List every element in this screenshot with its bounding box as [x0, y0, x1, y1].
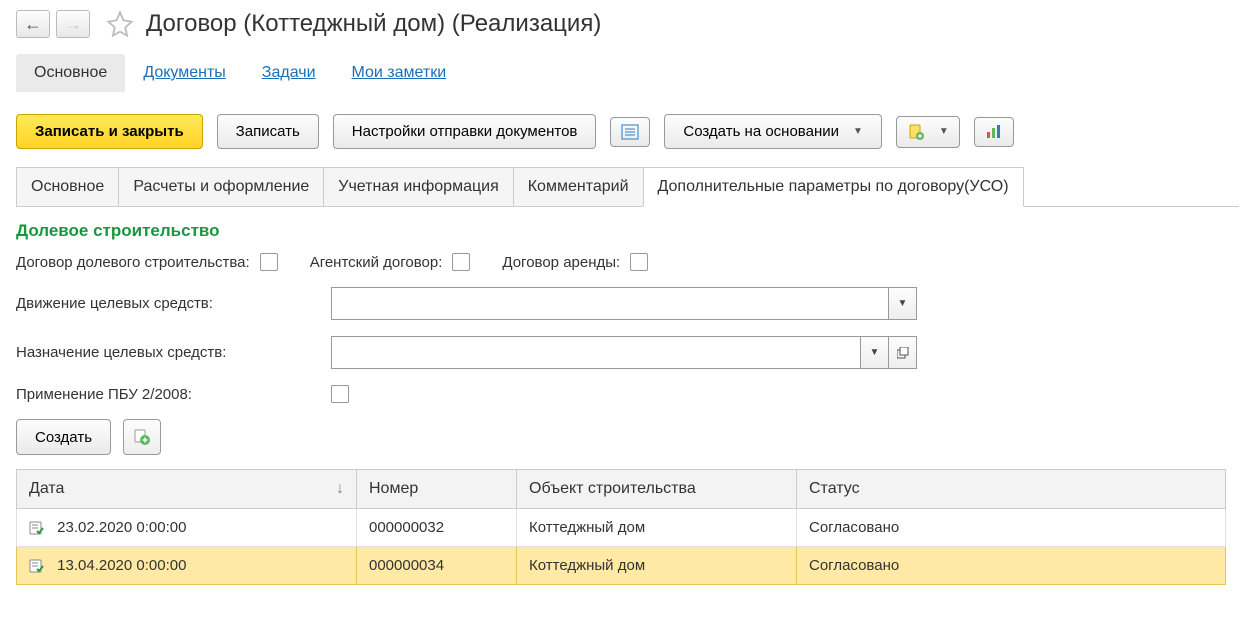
cell-status: Согласовано: [797, 547, 1226, 585]
list-view-button[interactable]: [610, 117, 650, 147]
target-purpose-label: Назначение целевых средств:: [16, 344, 321, 361]
nav-tab-documents[interactable]: Документы: [125, 54, 243, 92]
toolbar: Записать и закрыть Записать Настройки от…: [16, 114, 1239, 149]
chevron-down-icon: ▼: [853, 126, 863, 137]
pbu-label: Применение ПБУ 2/2008:: [16, 386, 321, 403]
target-purpose-input[interactable]: [331, 336, 861, 369]
copy-add-icon: [133, 428, 151, 446]
page-title: Договор (Коттеджный дом) (Реализация): [146, 10, 601, 38]
nav-tab-notes[interactable]: Мои заметки: [334, 54, 465, 92]
cell-object: Коттеджный дом: [517, 509, 797, 547]
col-number[interactable]: Номер: [357, 470, 517, 509]
form-tab-comment[interactable]: Комментарий: [513, 167, 644, 206]
col-object[interactable]: Объект строительства: [517, 470, 797, 509]
shared-construction-checkbox[interactable]: [260, 253, 278, 271]
target-purpose-open[interactable]: [889, 336, 917, 369]
form-tab-account[interactable]: Учетная информация: [323, 167, 513, 206]
agent-contract-label: Агентский договор:: [310, 254, 443, 271]
target-purpose-dropdown[interactable]: ▼: [861, 336, 889, 369]
pbu-checkbox[interactable]: [331, 385, 349, 403]
cell-date: 23.02.2020 0:00:00: [57, 519, 186, 536]
col-status[interactable]: Статус: [797, 470, 1226, 509]
forward-button[interactable]: →: [56, 10, 90, 38]
open-icon: [897, 347, 909, 359]
cell-object: Коттеджный дом: [517, 547, 797, 585]
pbu-row: Применение ПБУ 2/2008:: [16, 385, 1239, 403]
cell-status: Согласовано: [797, 509, 1226, 547]
document-posted-icon: [29, 559, 45, 573]
sort-down-icon: ↓: [336, 480, 344, 498]
back-button[interactable]: ←: [16, 10, 50, 38]
documents-table: Дата↓ Номер Объект строительства Статус …: [16, 469, 1226, 585]
target-movement-row: Движение целевых средств: ▼: [16, 287, 1239, 320]
rent-contract-label: Договор аренды:: [502, 254, 620, 271]
cell-number: 000000034: [357, 547, 517, 585]
nav-tabs: Основное Документы Задачи Мои заметки: [16, 54, 1239, 92]
header-bar: ← → Договор (Коттеджный дом) (Реализация…: [16, 10, 1239, 38]
send-settings-button[interactable]: Настройки отправки документов: [333, 114, 597, 149]
col-date[interactable]: Дата ↓: [17, 470, 357, 509]
attach-button[interactable]: ▼: [896, 116, 960, 148]
list-icon: [621, 124, 639, 140]
form-tab-calc[interactable]: Расчеты и оформление: [118, 167, 324, 206]
col-date-label: Дата: [29, 480, 64, 497]
rent-contract-checkbox[interactable]: [630, 253, 648, 271]
attachment-icon: [907, 123, 925, 141]
chart-icon: [985, 124, 1003, 140]
shared-construction-label: Договор долевого строительства:: [16, 254, 250, 271]
checkbox-row: Договор долевого строительства: Агентски…: [16, 253, 1239, 271]
target-movement-input[interactable]: [331, 287, 889, 320]
copy-button[interactable]: [123, 419, 161, 455]
target-movement-label: Движение целевых средств:: [16, 295, 321, 312]
favorite-star-icon[interactable]: [106, 10, 134, 38]
form-tab-main[interactable]: Основное: [16, 167, 119, 206]
target-movement-dropdown[interactable]: ▼: [889, 287, 917, 320]
form-tab-extra[interactable]: Дополнительные параметры по договору(УСО…: [643, 167, 1024, 207]
cell-number: 000000032: [357, 509, 517, 547]
report-button[interactable]: [974, 117, 1014, 147]
table-row[interactable]: 23.02.2020 0:00:00 000000032 Коттеджный …: [17, 509, 1226, 547]
create-based-on-button[interactable]: Создать на основании ▼: [664, 114, 882, 149]
nav-tab-tasks[interactable]: Задачи: [244, 54, 334, 92]
nav-tab-main[interactable]: Основное: [16, 54, 125, 92]
table-header-row: Дата ↓ Номер Объект строительства Статус: [17, 470, 1226, 509]
target-purpose-row: Назначение целевых средств: ▼: [16, 336, 1239, 369]
sub-toolbar: Создать: [16, 419, 1239, 455]
document-posted-icon: [29, 521, 45, 535]
agent-contract-checkbox[interactable]: [452, 253, 470, 271]
create-button[interactable]: Создать: [16, 419, 111, 455]
create-based-on-label: Создать на основании: [683, 123, 839, 140]
section-title: Долевое строительство: [16, 221, 1239, 241]
table-row[interactable]: 13.04.2020 0:00:00 000000034 Коттеджный …: [17, 547, 1226, 585]
chevron-down-icon: ▼: [939, 126, 949, 137]
save-button[interactable]: Записать: [217, 114, 319, 149]
save-close-button[interactable]: Записать и закрыть: [16, 114, 203, 149]
form-tabs: Основное Расчеты и оформление Учетная ин…: [16, 167, 1239, 207]
cell-date: 13.04.2020 0:00:00: [57, 557, 186, 574]
